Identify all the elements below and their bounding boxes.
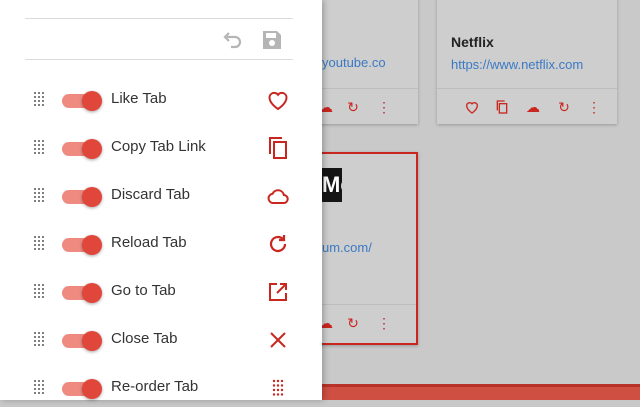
tab-card-netflix[interactable]: Netflix https://www.netflix.com ☁ ↻ ⋮ xyxy=(437,0,617,124)
card-link[interactable]: https://www.netflix.com xyxy=(451,57,613,72)
card-title: Netflix xyxy=(451,34,494,50)
action-toggle[interactable] xyxy=(62,282,104,303)
action-row: Discard Tab xyxy=(0,175,322,215)
drag-handle-icon[interactable] xyxy=(33,283,45,299)
bottom-bar xyxy=(322,384,640,400)
divider xyxy=(25,18,293,19)
cloud-icon[interactable]: ☁ xyxy=(525,99,541,115)
action-row: Reload Tab xyxy=(0,223,322,263)
toggle-knob xyxy=(82,235,102,255)
action-row: Re-order Tab xyxy=(0,367,322,407)
card-link[interactable]: um.com/ xyxy=(322,240,416,255)
copy-icon[interactable] xyxy=(266,136,290,160)
action-toggle[interactable] xyxy=(62,138,104,159)
drag-grid-icon[interactable] xyxy=(266,376,290,400)
more-icon[interactable]: ⋮ xyxy=(586,99,602,115)
divider xyxy=(25,59,293,60)
action-row: Go to Tab xyxy=(0,271,322,311)
action-row: Copy Tab Link xyxy=(0,127,322,167)
card-link[interactable]: youtube.co xyxy=(322,55,416,70)
reload-icon[interactable]: ↻ xyxy=(345,315,361,331)
reload-icon[interactable]: ↻ xyxy=(556,99,572,115)
action-label: Close Tab xyxy=(111,330,178,347)
toggle-knob xyxy=(82,91,102,111)
drag-handle-icon[interactable] xyxy=(33,139,45,155)
drag-handle-icon[interactable] xyxy=(33,91,45,107)
card-actions: ☁ ↻ ⋮ xyxy=(437,88,617,125)
heart-icon[interactable] xyxy=(464,99,480,115)
heart-icon[interactable] xyxy=(266,88,290,112)
action-toggle[interactable] xyxy=(62,378,104,399)
drag-handle-icon[interactable] xyxy=(33,235,45,251)
close-icon[interactable] xyxy=(266,328,290,352)
action-toggle[interactable] xyxy=(62,330,104,351)
save-icon[interactable] xyxy=(260,28,284,52)
undo-icon[interactable] xyxy=(220,28,244,52)
action-row: Like Tab xyxy=(0,79,322,119)
toggle-knob xyxy=(82,379,102,399)
action-toggle[interactable] xyxy=(62,234,104,255)
action-toggle[interactable] xyxy=(62,186,104,207)
drag-handle-icon[interactable] xyxy=(33,331,45,347)
more-icon[interactable]: ⋮ xyxy=(376,315,392,331)
medium-logo: Me xyxy=(322,168,342,202)
toggle-knob xyxy=(82,187,102,207)
action-label: Go to Tab xyxy=(111,282,176,299)
drag-handle-icon[interactable] xyxy=(33,187,45,203)
more-icon[interactable]: ⋮ xyxy=(376,99,392,115)
drag-handle-icon[interactable] xyxy=(33,379,45,395)
action-label: Copy Tab Link xyxy=(111,138,206,155)
toggle-knob xyxy=(82,331,102,351)
action-label: Like Tab xyxy=(111,90,167,107)
action-label: Re-order Tab xyxy=(111,378,199,395)
action-label: Reload Tab xyxy=(111,234,187,251)
action-row: Close Tab xyxy=(0,319,322,359)
open-in-new-icon[interactable] xyxy=(266,280,290,304)
copy-icon[interactable] xyxy=(494,99,510,115)
actions-settings-panel: Like Tab Copy Tab Link Discard Tab Reloa… xyxy=(0,0,322,400)
reload-icon[interactable] xyxy=(266,232,290,256)
action-label: Discard Tab xyxy=(111,186,190,203)
toggle-knob xyxy=(82,283,102,303)
action-toggle[interactable] xyxy=(62,90,104,111)
cloud-icon[interactable] xyxy=(266,184,290,208)
toggle-knob xyxy=(82,139,102,159)
reload-icon[interactable]: ↻ xyxy=(345,99,361,115)
